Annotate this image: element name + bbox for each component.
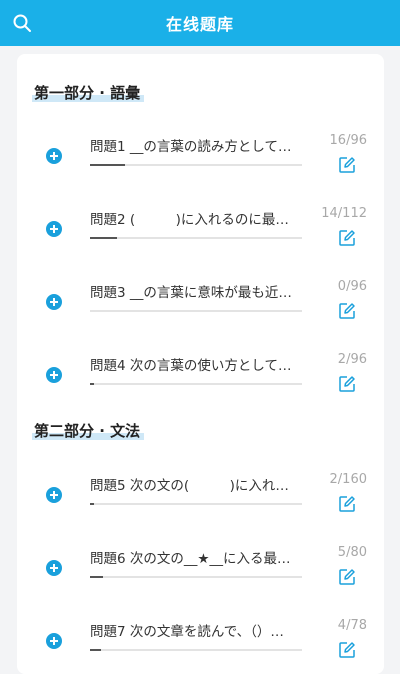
question-count: 16/96	[329, 133, 367, 148]
section-title-label: 第一部分 · 語彙	[34, 84, 141, 102]
add-circle-icon[interactable]	[46, 148, 62, 164]
progress-fill	[90, 649, 101, 651]
question-title: 問題3 __の言葉に意味が最も近…	[90, 285, 292, 301]
edit-icon[interactable]	[338, 229, 356, 247]
page-title: 在线题库	[165, 15, 234, 34]
question-count: 14/112	[321, 206, 367, 221]
question-title: 問題1 __の言葉の読み方として…	[90, 139, 292, 155]
question-row-7[interactable]: 問題7 次の文章を読んで、（）… 4/78	[17, 609, 384, 669]
question-count: 2/160	[329, 472, 367, 487]
search-button[interactable]	[10, 11, 34, 35]
section-title-label: 第二部分 · 文法	[34, 422, 141, 440]
progress-track	[90, 576, 302, 578]
edit-icon[interactable]	[338, 495, 356, 513]
question-title: 問題4 次の言葉の使い方として…	[90, 358, 292, 374]
question-row-3[interactable]: 問題3 __の言葉に意味が最も近… 0/96	[17, 270, 384, 330]
add-circle-icon[interactable]	[46, 294, 62, 310]
progress-fill	[90, 503, 95, 505]
section-title-vocabulary: 第一部分 · 語彙	[34, 82, 140, 103]
progress-fill	[90, 383, 95, 385]
section-title-grammar: 第二部分 · 文法	[34, 420, 140, 441]
add-circle-icon[interactable]	[46, 560, 62, 576]
progress-fill	[90, 237, 117, 239]
edit-icon[interactable]	[338, 568, 356, 586]
progress-track	[90, 383, 302, 385]
search-icon	[13, 14, 31, 32]
question-row-6[interactable]: 問題6 次の文の__★__に入る最… 5/80	[17, 536, 384, 596]
add-circle-icon[interactable]	[46, 633, 62, 649]
question-row-4[interactable]: 問題4 次の言葉の使い方として… 2/96	[17, 343, 384, 403]
progress-track	[90, 310, 302, 312]
progress-track	[90, 237, 302, 239]
progress-fill	[90, 164, 126, 166]
edit-icon[interactable]	[338, 375, 356, 393]
add-circle-icon[interactable]	[46, 221, 62, 237]
question-row-5[interactable]: 問題5 次の文の( )に入れ… 2/160	[17, 463, 384, 523]
progress-track	[90, 649, 302, 651]
progress-fill	[90, 576, 104, 578]
question-title: 問題7 次の文章を読んで、（）…	[90, 624, 284, 640]
question-row-1[interactable]: 問題1 __の言葉の読み方として… 16/96	[17, 124, 384, 184]
edit-icon[interactable]	[338, 302, 356, 320]
edit-icon[interactable]	[338, 156, 356, 174]
app-bar: 在线题库	[0, 0, 400, 46]
question-count: 2/96	[337, 352, 367, 367]
add-circle-icon[interactable]	[46, 367, 62, 383]
progress-track	[90, 503, 302, 505]
question-count: 5/80	[337, 545, 367, 560]
question-title: 問題2 ( )に入れるのに最…	[90, 212, 289, 228]
question-bank-card: 第一部分 · 語彙 問題1 __の言葉の読み方として… 16/96 問題2 ( …	[17, 54, 384, 674]
question-row-2[interactable]: 問題2 ( )に入れるのに最… 14/112	[17, 197, 384, 257]
question-count: 0/96	[337, 279, 367, 294]
add-circle-icon[interactable]	[46, 487, 62, 503]
progress-track	[90, 164, 302, 166]
question-count: 4/78	[337, 618, 367, 633]
question-title: 問題5 次の文の( )に入れ…	[90, 478, 289, 494]
question-title: 問題6 次の文の__★__に入る最…	[90, 551, 291, 567]
edit-icon[interactable]	[338, 641, 356, 659]
